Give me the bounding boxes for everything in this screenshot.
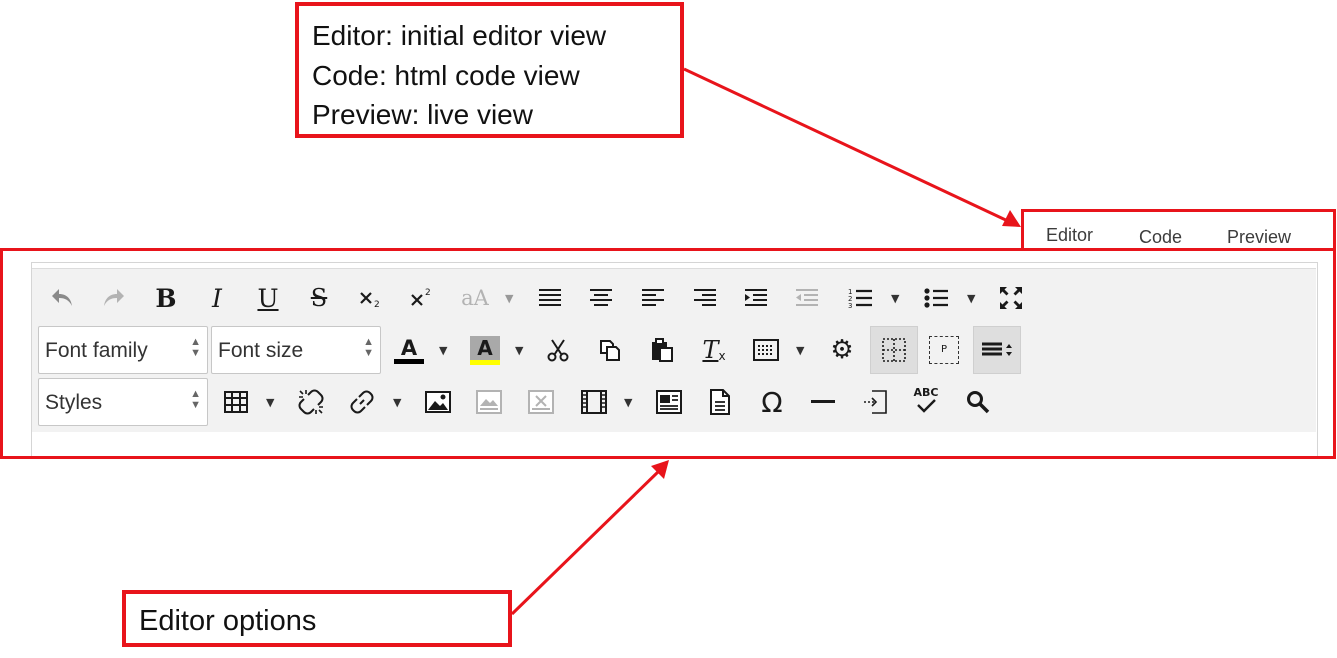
annotation-arrows [510,67,1021,616]
